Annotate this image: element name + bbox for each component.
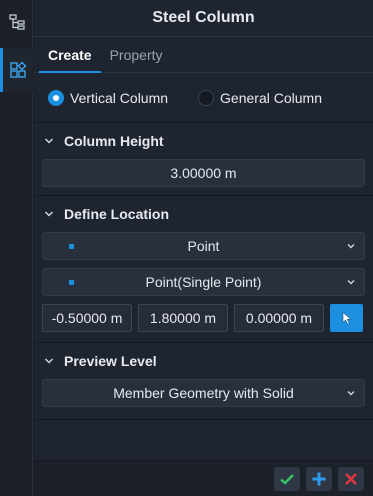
point-marker-icon [69,244,74,249]
pick-point-button[interactable] [330,304,363,332]
coordinate-row: -0.50000 m 1.80000 m 0.00000 m [42,304,365,332]
radio-unchecked-icon[interactable] [198,89,215,106]
preview-level-dropdown[interactable]: Member Geometry with Solid [42,379,365,407]
left-rail [0,0,33,496]
general-column-label: General Column [220,89,322,106]
define-location-section: Define Location Point Point(Single Point… [34,196,373,343]
coord-x-input[interactable]: -0.50000 m [42,304,132,332]
location-mode-dropdown[interactable]: Point(Single Point) [42,268,365,296]
column-height-input[interactable]: 3.00000 m [42,159,365,187]
location-type-value: Point [187,238,220,254]
coord-y-input[interactable]: 1.80000 m [138,304,228,332]
radio-checked-icon[interactable] [48,89,64,106]
panel-title: Steel Column [34,0,373,37]
preview-level-section: Preview Level Member Geometry with Solid [34,343,373,420]
cursor-arrow-icon [342,311,351,325]
chevron-down-icon[interactable] [42,207,56,221]
preview-level-title: Preview Level [64,353,157,369]
location-mode-value: Point(Single Point) [145,274,262,290]
column-height-section: Column Height 3.00000 m [34,123,373,196]
checkmark-icon [280,473,294,485]
shapes-icon[interactable] [0,48,33,92]
vertical-column-label: Vertical Column [70,89,169,106]
location-type-dropdown[interactable]: Point [42,232,365,260]
tab-property[interactable]: Property [101,37,172,72]
general-column-radio[interactable]: General Column [198,89,322,106]
chevron-down-icon[interactable] [42,134,56,148]
steel-column-panel: Steel Column Create Property Vertical Co… [34,0,373,496]
close-icon [345,472,357,485]
coord-z-input[interactable]: 0.00000 m [234,304,324,332]
ok-button[interactable] [274,466,300,491]
chevron-down-icon [347,280,355,285]
tab-create[interactable]: Create [39,37,101,73]
chevron-down-icon [347,391,355,396]
panel-footer [34,460,373,496]
column-height-header[interactable]: Column Height [42,123,365,159]
add-button[interactable] [306,466,332,491]
preview-level-header[interactable]: Preview Level [42,343,365,379]
point-marker-icon [69,280,74,285]
column-height-title: Column Height [64,133,164,149]
column-type-radio-group: Vertical Column General Column [34,73,373,123]
chevron-down-icon [347,244,355,249]
plus-icon [312,472,326,485]
tab-bar: Create Property [34,37,373,73]
preview-level-value: Member Geometry with Solid [113,385,294,401]
vertical-column-radio[interactable]: Vertical Column [48,89,169,106]
define-location-title: Define Location [64,206,170,222]
define-location-header[interactable]: Define Location [42,196,365,232]
chevron-down-icon[interactable] [42,354,56,368]
cancel-button[interactable] [338,466,364,491]
tree-structure-icon[interactable] [0,0,33,44]
